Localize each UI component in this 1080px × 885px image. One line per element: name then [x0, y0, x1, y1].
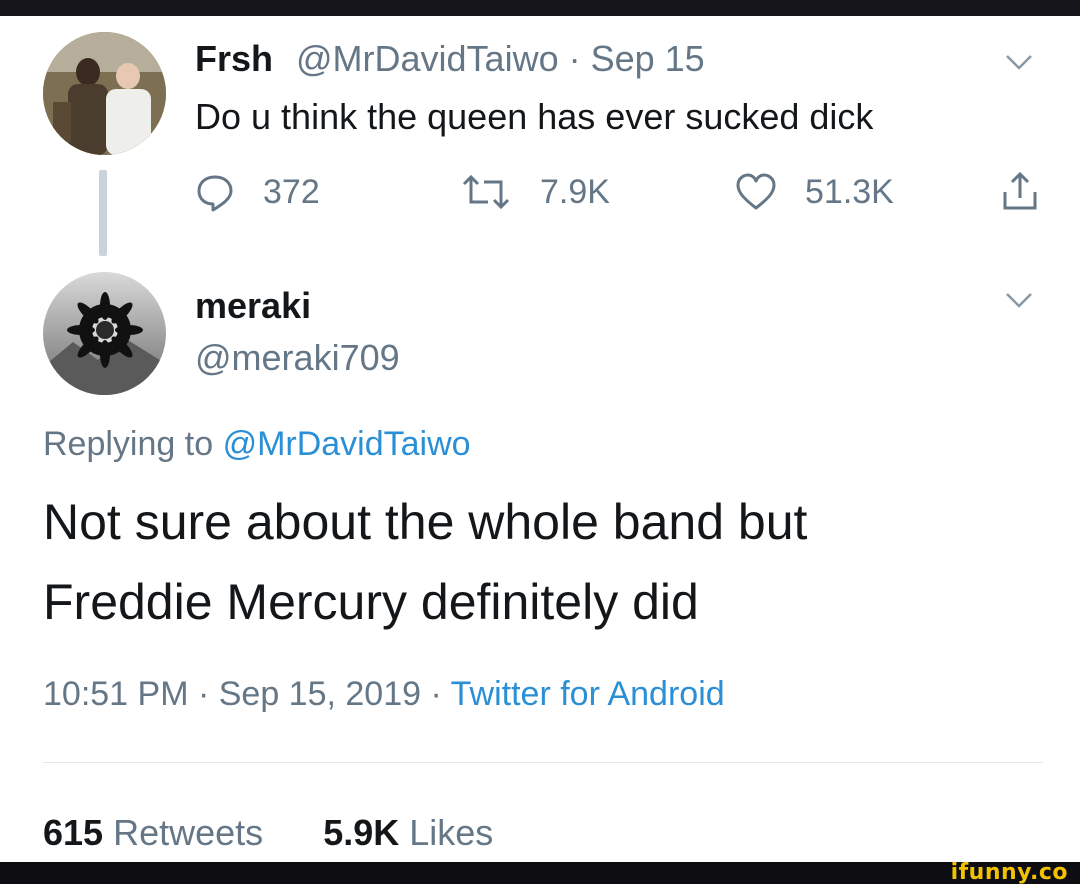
reply-action[interactable]: 372 — [195, 172, 320, 212]
retweets-stat[interactable]: 615 Retweets — [43, 812, 263, 853]
display-name[interactable]: Frsh — [195, 38, 273, 80]
reply-icon — [197, 175, 233, 212]
likes-stat[interactable]: 5.9K Likes — [323, 812, 493, 853]
timestamp[interactable]: 10:51 PM · Sep 15, 2019 · — [43, 675, 442, 713]
watermark-logo: ifunny.co — [950, 860, 1068, 885]
like-count: 51.3K — [805, 172, 894, 211]
replying-to: Replying to @MrDavidTaiwo — [43, 425, 471, 464]
top-bar — [0, 0, 1080, 16]
replying-prefix: Replying to — [43, 425, 214, 463]
like-icon — [736, 173, 776, 210]
reply-count: 372 — [263, 172, 320, 211]
replying-handle-link[interactable]: @MrDavidTaiwo — [223, 425, 471, 463]
likes-count: 5.9K — [323, 812, 400, 853]
like-action[interactable]: 51.3K — [735, 172, 894, 212]
tweet-text: Do u think the queen has ever sucked dic… — [195, 96, 874, 137]
likes-label: Likes — [409, 812, 494, 853]
retweet-count: 7.9K — [540, 172, 610, 211]
handle-and-date[interactable]: @MrDavidTaiwo · Sep 15 — [296, 38, 705, 80]
thread-line — [99, 170, 107, 256]
reply-text: Not sure about the whole band but Freddi… — [43, 482, 1043, 642]
chevron-down-icon[interactable] — [1004, 290, 1034, 310]
retweet-action[interactable]: 7.9K — [460, 172, 610, 212]
retweets-count: 615 — [43, 812, 104, 853]
display-name[interactable]: meraki — [195, 285, 311, 327]
tweet-stats: 615 Retweets 5.9K Likes — [43, 812, 493, 854]
divider — [43, 762, 1043, 763]
retweets-label: Retweets — [113, 812, 264, 853]
reply-text-line: Not sure about the whole band but — [43, 494, 808, 550]
share-icon[interactable] — [1000, 170, 1040, 214]
handle[interactable]: @meraki709 — [195, 337, 400, 379]
tweet-meta: 10:51 PM · Sep 15, 2019 · Twitter for An… — [43, 675, 725, 714]
avatar-frsh[interactable] — [43, 32, 166, 155]
retweet-icon — [462, 174, 510, 210]
bottom-bar — [0, 862, 1080, 884]
avatar-meraki[interactable] — [43, 272, 166, 395]
chevron-down-icon[interactable] — [1004, 52, 1034, 72]
source-link[interactable]: Twitter for Android — [451, 675, 725, 713]
reply-text-line: Freddie Mercury definitely did — [43, 574, 699, 630]
